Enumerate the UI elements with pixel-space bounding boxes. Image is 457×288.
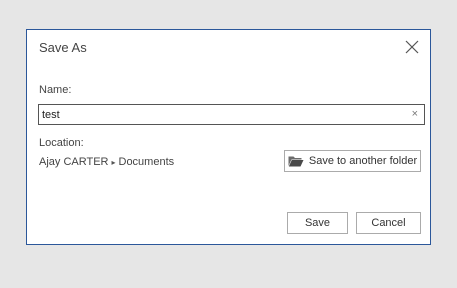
save-to-another-folder-button[interactable]: Save to another folder	[284, 150, 421, 172]
location-breadcrumb: Ajay CARTER ▸ Documents	[39, 156, 174, 168]
save-button[interactable]: Save	[287, 212, 348, 234]
location-label: Location:	[39, 137, 84, 149]
breadcrumb-folder: Documents	[118, 156, 175, 168]
name-label: Name:	[39, 84, 72, 96]
cancel-button[interactable]: Cancel	[356, 212, 421, 234]
close-icon	[405, 40, 419, 54]
breadcrumb-user: Ajay CARTER	[39, 156, 109, 168]
folder-open-icon	[288, 156, 304, 167]
save-to-another-folder-label: Save to another folder	[308, 155, 418, 167]
name-input[interactable]	[39, 105, 402, 124]
save-as-dialog: Save As Name: × Location: Ajay CARTER▸Do…	[26, 29, 431, 245]
clear-icon[interactable]: ×	[412, 107, 418, 121]
breadcrumb-separator-icon: ▸	[111, 158, 116, 167]
close-button[interactable]	[403, 38, 421, 56]
dialog-title: Save As	[39, 40, 87, 55]
name-field-container: ×	[38, 104, 425, 125]
